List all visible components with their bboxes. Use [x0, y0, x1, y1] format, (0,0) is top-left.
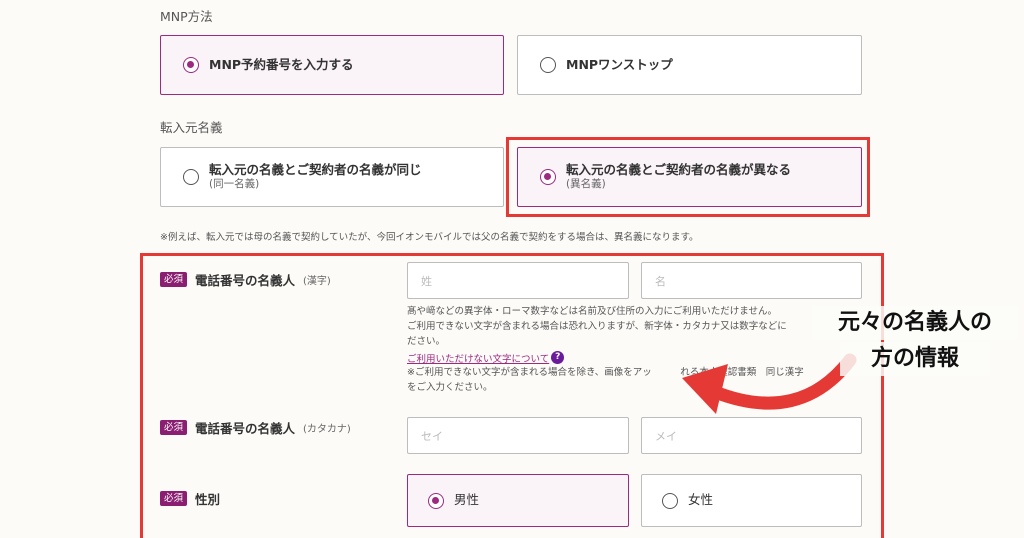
mnp-method-label: MNP方法	[160, 9, 213, 24]
mnp-option-onestop[interactable]: MNPワンストップ	[517, 35, 862, 95]
transfer-name-label: 転入元名義	[160, 120, 223, 135]
transfer-name-note: ※例えば、転入元では母の名義で契約していたが、今回イオンモバイルでは父の名義で契…	[160, 232, 699, 243]
annotation-arrow-icon	[682, 353, 857, 414]
transfer-option-same-name[interactable]: 転入元の名義とご契約者の名義が同じ (同一名義)	[160, 147, 504, 207]
radio-unselected-icon	[183, 169, 199, 185]
radio-selected-icon	[183, 57, 199, 73]
annotation-line-1: 元々の名義人の	[812, 306, 1018, 340]
option-label: MNPワンストップ	[566, 56, 673, 72]
mnp-option-reservation-number[interactable]: MNP予約番号を入力する	[160, 35, 504, 95]
annotation-line-2: 方の情報	[840, 342, 990, 376]
radio-unselected-icon	[540, 57, 556, 73]
option-label: MNP予約番号を入力する	[209, 56, 354, 72]
highlight-box-different-name	[506, 137, 870, 217]
option-sublabel: (同一名義)	[209, 178, 260, 191]
option-label: 転入元の名義とご契約者の名義が同じ	[209, 162, 422, 178]
